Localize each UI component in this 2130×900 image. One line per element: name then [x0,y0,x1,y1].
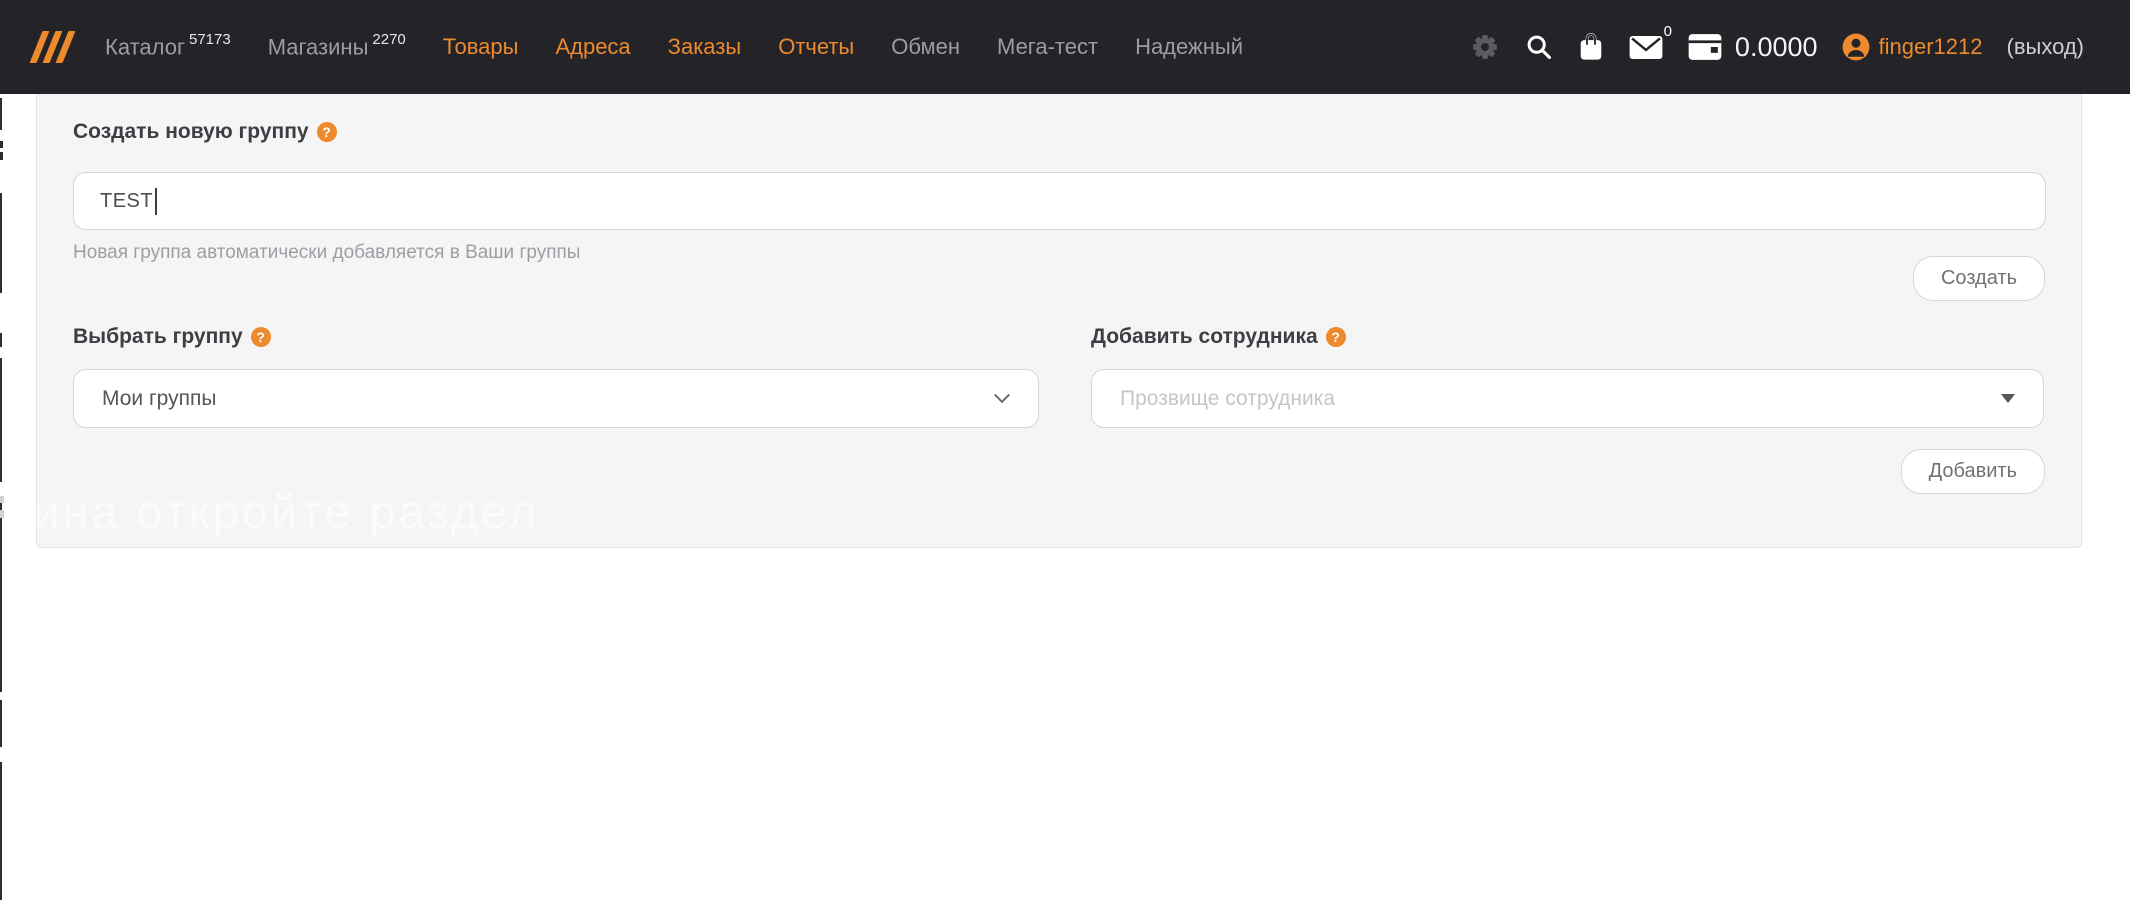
background-watermark-text: ина откройте раздел [36,484,539,539]
nav-menu-item-надежный[interactable]: Надежный [1135,34,1243,60]
triangle-down-icon [2001,394,2015,403]
nav-item-count: 2270 [372,31,405,48]
nav-menu-item-мега-тест[interactable]: Мега-тест [997,34,1098,60]
edge-watermark-fragment [0,496,4,503]
wallet-icon[interactable] [1687,33,1723,61]
top-nav-bar: Каталог57173 Магазины2270 Товары Адреса Зака… [0,0,2130,94]
groups-panel: ина откройте раздел Создать новую группу… [36,94,2082,548]
help-icon[interactable]: ? [251,327,271,347]
user-account[interactable]: finger1212 [1842,33,1983,61]
add-employee-label: Добавить сотрудника ? [1091,325,1346,349]
logout-link[interactable]: (выход) [2007,34,2085,60]
text-cursor [155,188,157,215]
employee-combobox[interactable]: Прозвище сотрудника [1091,369,2044,428]
help-icon[interactable]: ? [317,122,337,142]
nav-menu-item-адреса[interactable]: Адреса [555,34,630,60]
nav-menu-item-товары[interactable]: Товары [443,34,519,60]
user-avatar-icon [1842,33,1870,61]
nav-menu-item-отчеты[interactable]: Отчеты [778,34,854,60]
edge-fragment [0,98,2,130]
brand-logo[interactable] [36,31,69,63]
edge-fragment [0,152,3,160]
nav-right-cluster: 0 0.0000 finger1212 (выход) [1469,31,2130,63]
edge-fragment [0,762,2,900]
search-icon[interactable] [1525,33,1553,61]
create-group-label: Создать новую группу ? [73,120,337,144]
username-label: finger1212 [1879,34,1983,60]
nav-menu-item-каталог[interactable]: Каталог57173 [105,33,231,60]
nav-menu: Каталог57173 Магазины2270 Товары Адреса Зака… [105,33,1243,60]
edge-watermark-fragment [0,510,4,518]
nav-item-count: 57173 [189,31,231,48]
account-balance[interactable]: 0.0000 [1735,32,1818,63]
help-icon[interactable]: ? [1326,327,1346,347]
shopping-bag-icon[interactable] [1577,31,1605,63]
edge-fragment [0,193,2,293]
edge-fragment [0,358,2,482]
employee-placeholder: Прозвище сотрудника [1120,387,2001,411]
input-value: TEST [100,190,153,213]
edge-fragment [0,700,2,747]
edge-fragment [0,333,2,347]
select-group-label: Выбрать группу ? [73,325,271,349]
create-group-helper-text: Новая группа автоматически добавляется в… [73,242,580,264]
create-button[interactable]: Создать [1913,256,2045,301]
settings-gear-icon[interactable] [1469,31,1501,63]
nav-menu-item-магазины[interactable]: Магазины2270 [268,33,406,60]
selected-group-value: Мои группы [102,387,994,411]
nav-menu-item-заказы[interactable]: Заказы [668,34,742,60]
edge-fragment [0,500,2,692]
mail-count-badge: 0 [1664,23,1672,40]
add-button[interactable]: Добавить [1901,449,2045,494]
mail-icon[interactable]: 0 [1629,35,1663,60]
chevron-down-icon [994,394,1010,404]
edge-fragment [0,141,3,148]
nav-menu-item-обмен[interactable]: Обмен [891,34,960,60]
new-group-name-input[interactable]: TEST [73,172,2046,230]
group-select-dropdown[interactable]: Мои группы [73,369,1039,428]
